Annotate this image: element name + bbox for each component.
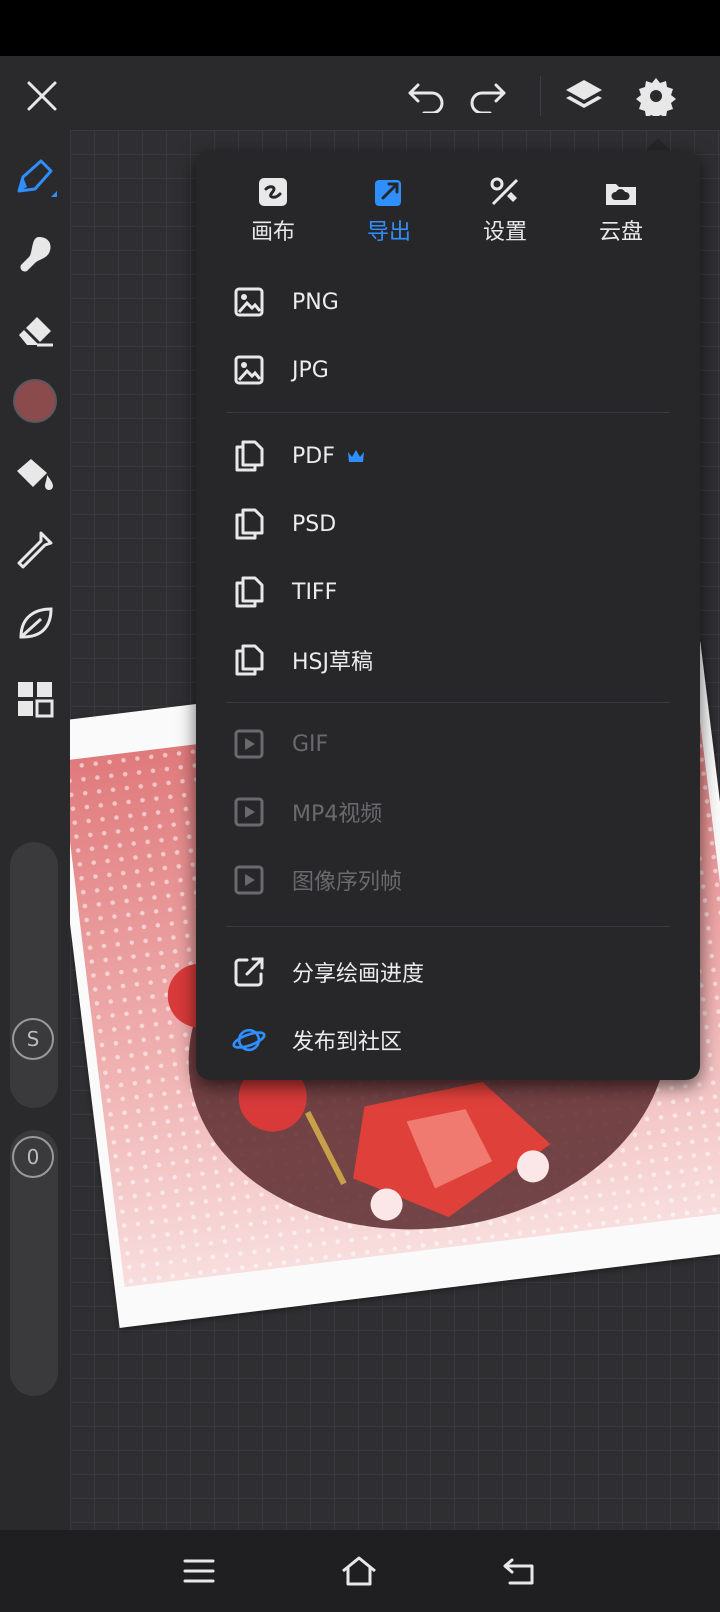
menu-item-label: JPG [292, 357, 329, 383]
back-icon [503, 1558, 534, 1585]
popup-arrow [646, 138, 670, 150]
document-icon [235, 576, 264, 608]
menu-item-mp4: MP4视频 [196, 778, 700, 846]
left-toolbar: S 0 [0, 130, 70, 1530]
menu-item-gif: GIF [196, 710, 700, 778]
eyedropper-tool[interactable] [12, 526, 58, 572]
menu-item-jpg[interactable]: JPG [196, 336, 700, 404]
color-swatch [13, 379, 57, 423]
video-icon [234, 797, 264, 827]
planet-icon [232, 1028, 266, 1052]
leaf-icon [19, 607, 53, 639]
brush-tool[interactable] [12, 154, 58, 200]
tab-canvas-label: 画布 [250, 220, 295, 245]
document-icon [235, 440, 264, 472]
menu-item-label: PSD [292, 511, 337, 537]
divider [540, 76, 541, 116]
tab-cloud[interactable]: 云盘 [576, 172, 666, 252]
grid-icon [18, 682, 54, 718]
cloud-icon [606, 184, 636, 205]
tab-canvas[interactable]: 画布 [228, 172, 318, 252]
smudge-tool[interactable] [12, 230, 58, 276]
redo-button[interactable] [466, 74, 510, 118]
size-label: S [12, 1018, 54, 1060]
menu-item-png[interactable]: PNG [196, 268, 700, 336]
close-icon [27, 81, 57, 111]
brush-icon [17, 159, 57, 197]
eyedropper-icon [17, 531, 53, 569]
menu-icon [183, 1559, 215, 1583]
menu-item-tiff[interactable]: TIFF [196, 558, 700, 626]
eraser-icon [19, 317, 53, 347]
video-icon [234, 729, 264, 759]
menu-item-pdf[interactable]: PDF [196, 422, 700, 490]
menu-button[interactable] [176, 1548, 222, 1594]
menu-item-publish-community[interactable]: 发布到社区 [196, 1006, 700, 1074]
close-button[interactable] [20, 74, 64, 118]
grid-tool[interactable] [12, 676, 58, 722]
smudge-icon [20, 237, 51, 272]
crown-icon [347, 450, 364, 462]
home-button[interactable] [336, 1548, 382, 1594]
top-bar [0, 56, 720, 130]
fill-tool[interactable] [12, 452, 58, 498]
undo-icon [408, 83, 444, 113]
size-slider[interactable]: S [10, 842, 58, 1108]
divider [226, 926, 670, 927]
leaf-tool[interactable] [12, 600, 58, 646]
gear-icon [636, 78, 676, 116]
document-icon [235, 644, 264, 676]
image-icon [234, 355, 264, 385]
tools-icon [490, 177, 519, 206]
color-picker[interactable] [12, 378, 58, 424]
redo-icon [470, 83, 506, 113]
eraser-tool[interactable] [12, 306, 58, 352]
export-icon [375, 180, 401, 206]
layers-button[interactable] [562, 74, 606, 118]
divider [226, 412, 670, 413]
status-bar [0, 0, 720, 56]
menu-item-hsj[interactable]: HSJ草稿 [196, 626, 700, 694]
opacity-slider[interactable]: 0 [10, 1130, 58, 1396]
tab-settings-label: 设置 [482, 220, 527, 245]
menu-item-label: 图像序列帧 [292, 870, 403, 895]
divider [226, 702, 670, 703]
tab-export[interactable]: 导出 [344, 172, 434, 252]
menu-item-psd[interactable]: PSD [196, 490, 700, 558]
menu-item-label: MP4视频 [292, 802, 383, 827]
tab-settings[interactable]: 设置 [460, 172, 550, 252]
menu-item-label: 发布到社区 [292, 1030, 403, 1055]
layers-icon [566, 80, 602, 108]
menu-item-label: GIF [292, 731, 329, 757]
menu-item-label: PNG [292, 289, 339, 315]
opacity-label: 0 [12, 1136, 54, 1178]
tab-export-label: 导出 [366, 220, 411, 245]
share-icon [234, 957, 264, 987]
document-icon [235, 508, 264, 540]
back-button[interactable] [496, 1548, 542, 1594]
fill-bucket-icon [17, 459, 53, 490]
tab-cloud-label: 云盘 [598, 220, 643, 245]
menu-item-label: PDF [292, 443, 335, 469]
menu-item-share-progress[interactable]: 分享绘画进度 [196, 938, 700, 1006]
undo-button[interactable] [404, 74, 448, 118]
export-popup: 画布 导出 设置 云盘 PNG JPG PDF PSD TIFF HSJ草稿 G… [196, 150, 700, 1080]
menu-item-label: TIFF [292, 579, 338, 605]
menu-item-label: 分享绘画进度 [292, 962, 425, 987]
home-icon [342, 1556, 376, 1586]
image-icon [234, 287, 264, 317]
settings-button[interactable] [634, 74, 678, 118]
menu-item-frame-sequence: 图像序列帧 [196, 846, 700, 914]
canvas-icon [259, 178, 287, 206]
navigation-bar [0, 1530, 720, 1612]
popup-tabs: 画布 导出 设置 云盘 [196, 172, 700, 252]
video-icon [234, 865, 264, 895]
menu-item-label: HSJ草稿 [292, 650, 373, 675]
